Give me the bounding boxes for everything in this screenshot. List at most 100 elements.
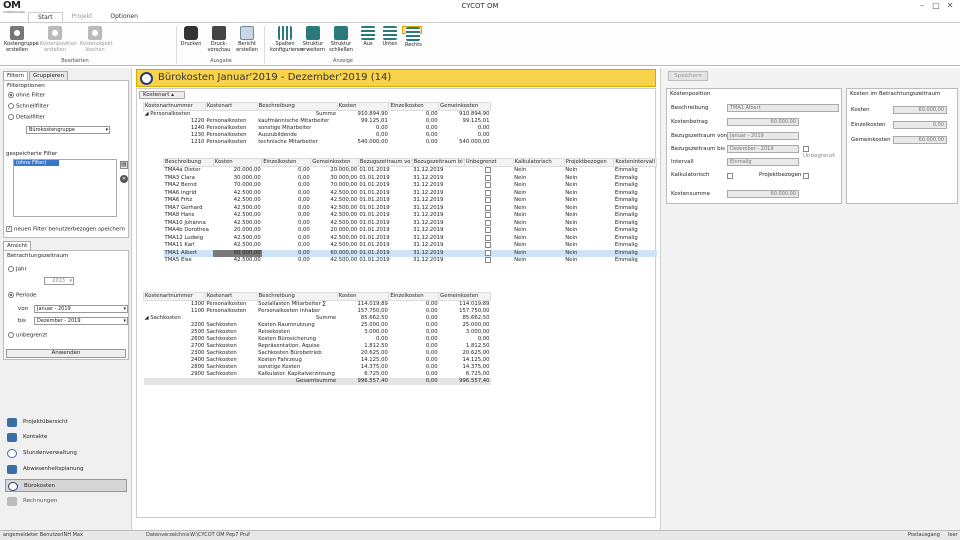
detail-col-2[interactable]: Einzelkosten: [261, 158, 312, 167]
kostengruppe-erstellen-button[interactable]: Kostengruppe erstellen: [4, 26, 39, 53]
nav-stundenverwaltung[interactable]: Stundenverwaltung: [5, 447, 127, 460]
save-filter-checkbox[interactable]: ✓ neuen Filter benutzerbezogen speichern: [6, 226, 125, 233]
col-gemeinkosten[interactable]: Gemeinkosten: [438, 292, 491, 301]
detail-row[interactable]: TMA6 Ingrid 42.500,00 0,00 42.500,00 01.01.2…: [164, 189, 657, 198]
intervall-select[interactable]: Einmalig: [727, 158, 799, 166]
table-row[interactable]: 2400 Sachkosten Kosten Fahrzeug 14.125,00 0,…: [144, 357, 491, 364]
unbegrenzt-checkbox[interactable]: [464, 189, 513, 198]
detail-row[interactable]: TMA8 Hans 42.500,00 0,00 42.500,00 01.01.201…: [164, 212, 657, 220]
saved-filter-item[interactable]: (ohne Filter): [14, 160, 59, 166]
detail-col-6[interactable]: Unbegrenzt: [463, 158, 514, 167]
col-einzelkosten[interactable]: Einzelkosten: [388, 292, 440, 301]
group-row[interactable]: ◢ Sachkosten Summe 85.662,50 0,00 85.662,50: [144, 315, 491, 322]
bericht-erstellen-button[interactable]: Bericht erstellen: [234, 26, 260, 53]
detail-row[interactable]: TMA11 Karl 42.500,00 0,00 42.500,00 01.01.20…: [164, 242, 657, 250]
kostenposition-erstellen-button[interactable]: Kostenposition erstellen: [40, 26, 77, 53]
unbegrenzt-checkbox[interactable]: [464, 197, 513, 205]
projektbezogen-checkbox[interactable]: [803, 172, 811, 179]
saved-filter-list[interactable]: (ohne Filter): [13, 159, 117, 217]
unbegrenzt-checkbox[interactable]: [464, 174, 513, 183]
table-row[interactable]: 1230 Personalkosten Auszubildende 0,00 0,00 0…: [144, 132, 491, 139]
periode-von-select[interactable]: Januar - 2019 ▾: [34, 305, 128, 313]
detail-col-7[interactable]: Kalkulatorisch: [512, 158, 565, 167]
table-row[interactable]: 1100 Personalkosten Personalkosten Inhaber…: [144, 308, 491, 315]
gemeinkosten-field[interactable]: 60.000,00: [893, 136, 947, 144]
detail-row[interactable]: TMA4b Dorothea 20.000,00 0,00 20.000,00 01.0…: [164, 227, 657, 235]
table-row[interactable]: 2500 Sachkosten Reisekosten 3.000,00 0,00 3.0…: [144, 329, 491, 336]
kostenobjekt-loeschen-button[interactable]: Kostenobjekt löschen: [80, 26, 112, 53]
ansicht-aus-button[interactable]: Aus: [358, 26, 378, 47]
bezugszeitraum-bis-select[interactable]: Dezember - 2019: [727, 145, 799, 153]
struktur-erweitern-button[interactable]: Struktur erweitern: [300, 26, 326, 53]
nav-kontakte[interactable]: Kontakte: [5, 431, 127, 444]
radio-unbegrenzt[interactable]: unbegrenzt: [8, 332, 47, 339]
detail-col-1[interactable]: Kosten: [212, 158, 263, 167]
filter-group-select[interactable]: Bürokostengruppe ▾: [26, 126, 110, 134]
table-row[interactable]: 1300 Personalkosten Soziallasten Mitarbeit…: [144, 301, 491, 309]
group-row[interactable]: ◢ Personalkosten Summe 910.894,90 0,00 910.8…: [144, 111, 491, 119]
nav-rechnungen[interactable]: Rechnungen: [5, 495, 127, 508]
tab-start[interactable]: Start: [28, 12, 63, 22]
unbegrenzt-checkbox[interactable]: [464, 212, 513, 220]
detail-row[interactable]: TMA4a Dieter 20.000,00 0,00 20.000,00 01.01.…: [164, 167, 657, 175]
detail-row[interactable]: TMA3 Clara 30.000,00 0,00 30.000,00 01.01.20…: [164, 174, 657, 183]
col-beschreibung[interactable]: Beschreibung: [256, 102, 338, 111]
beschreibung-field[interactable]: TMA1 Albert: [727, 104, 839, 112]
jahr-select[interactable]: 2013 ▾: [44, 277, 74, 285]
table-row[interactable]: 2600 Sachkosten Kosten Bürosicherung 0,00 0,…: [144, 336, 491, 343]
detail-row[interactable]: TMA2 Bernd 70.000,00 0,00 70.000,00 01.01.20…: [164, 182, 657, 190]
detail-col-4[interactable]: Bezugszeitraum vo: [357, 158, 413, 167]
ansicht-unten-button[interactable]: Unten: [380, 26, 400, 47]
close-icon[interactable]: ✕: [944, 1, 956, 10]
detail-row[interactable]: TMA7 Gerhard 42.500,00 0,00 42.500,00 01.01.…: [164, 204, 657, 213]
tab-projekt[interactable]: Projekt: [63, 12, 102, 22]
nav-buerokosten[interactable]: Bürokosten: [5, 479, 127, 492]
einzelkosten-field[interactable]: 0,00: [893, 121, 947, 129]
spalten-konfigurieren-button[interactable]: Spalten konfigurieren: [270, 26, 303, 53]
col-gemeinkosten[interactable]: Gemeinkosten: [438, 102, 491, 111]
table-row[interactable]: 1220 Personalkosten kaufmännische Mitarbei…: [144, 118, 491, 125]
periode-bis-select[interactable]: Dezember - 2019 ▾: [34, 317, 128, 325]
nav-projektuebersicht[interactable]: Projektübersicht: [5, 416, 127, 429]
radio-schnellfilter[interactable]: Schnellfilter: [8, 103, 49, 110]
unbegrenzt-checkbox[interactable]: [464, 242, 513, 250]
radio-ohne-filter[interactable]: ohne Filter: [8, 92, 45, 99]
table-row[interactable]: 2700 Sachkosten Repräsentation, Aquise 1.81…: [144, 343, 491, 350]
col-kostenartnummer[interactable]: Kostenartnummer: [143, 102, 206, 111]
detail-col-9[interactable]: Kostenintervall: [613, 158, 657, 167]
col-kosten[interactable]: Kosten: [336, 292, 390, 301]
ansicht-rechts-button[interactable]: Rechts: [402, 26, 422, 48]
unbegrenzt-checkbox[interactable]: [464, 204, 513, 213]
nav-abwesenheitsplanung[interactable]: Abwesenheitsplanung: [5, 463, 127, 476]
kostensumme-field[interactable]: 60.000,00: [727, 190, 799, 198]
col-kostenart[interactable]: Kostenart: [204, 102, 258, 111]
group-by-chip[interactable]: Kostenart ▴: [139, 91, 185, 99]
save-button[interactable]: Speichern: [668, 71, 708, 81]
detail-row[interactable]: TMA10 Johanna 42.500,00 0,00 42.500,00 01.01…: [164, 219, 657, 228]
unbegrenzt-checkbox[interactable]: [464, 167, 513, 175]
unbegrenzt-checkbox[interactable]: [464, 249, 514, 257]
detail-col-3[interactable]: Gemeinkosten: [310, 158, 359, 167]
radio-periode[interactable]: Periode: [8, 292, 37, 299]
save-filter-icon[interactable]: ▤: [120, 161, 128, 169]
table-row[interactable]: 2300 Sachkosten Sachkosten Bürobetrieb 20.6…: [144, 350, 491, 357]
kostenbetrag-field[interactable]: 60.000,00: [727, 118, 799, 126]
table-row[interactable]: 1240 Personalkosten sonstige Mitarbeiter 0,…: [144, 125, 491, 132]
detail-col-8[interactable]: Projektbezogen: [563, 158, 615, 167]
delete-filter-icon[interactable]: ✕: [120, 175, 128, 183]
unbegrenzt-checkbox[interactable]: Unbegrenzt: [803, 146, 841, 159]
apply-button[interactable]: Anwenden: [6, 349, 126, 358]
detail-row[interactable]: TMA12 Ludwig 42.500,00 0,00 42.500,00 01.01.…: [164, 234, 657, 243]
detail-row[interactable]: TMA1 Albert 60.000,00 0,00 60.000,00 01.01.2…: [163, 249, 657, 257]
col-beschreibung[interactable]: Beschreibung: [256, 292, 338, 301]
maximize-icon[interactable]: □: [930, 1, 942, 10]
kalkulatorisch-checkbox[interactable]: [727, 172, 735, 179]
radio-jahr[interactable]: Jahr: [8, 266, 27, 273]
table-row[interactable]: 2200 Sachkosten Kosten Raumnutzung 25.000,0…: [144, 322, 491, 329]
unbegrenzt-checkbox[interactable]: [464, 219, 513, 228]
druckvorschau-button[interactable]: Druck-vorschau: [206, 26, 232, 53]
table-row[interactable]: 2800 Sachkosten sonstige Kosten 14.375,00 0,…: [144, 364, 491, 371]
struktur-schliessen-button[interactable]: Struktur schließen: [328, 26, 354, 53]
unbegrenzt-checkbox[interactable]: [464, 182, 513, 190]
unbegrenzt-checkbox[interactable]: [464, 227, 513, 235]
